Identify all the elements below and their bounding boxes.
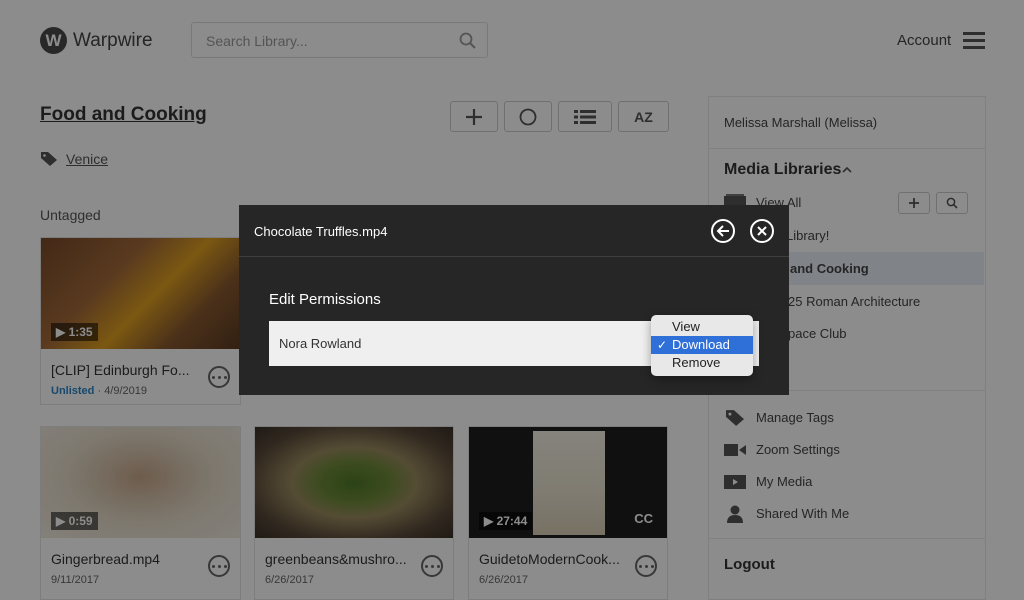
- option-download[interactable]: ✓ Download: [651, 336, 753, 354]
- modal-title: Chocolate Truffles.mp4: [254, 224, 388, 239]
- arrow-left-icon: [716, 225, 729, 237]
- checkmark-icon: ✓: [657, 338, 668, 352]
- back-button[interactable]: [711, 219, 735, 243]
- close-icon: [757, 226, 767, 236]
- modal-divider: [239, 256, 789, 257]
- permission-select-menu[interactable]: View ✓ Download Remove: [651, 315, 753, 376]
- close-button[interactable]: [750, 219, 774, 243]
- option-remove[interactable]: Remove: [651, 354, 753, 372]
- edit-permissions-heading: Edit Permissions: [269, 291, 381, 308]
- option-view[interactable]: View: [651, 318, 753, 336]
- permission-user-name: Nora Rowland: [279, 336, 362, 351]
